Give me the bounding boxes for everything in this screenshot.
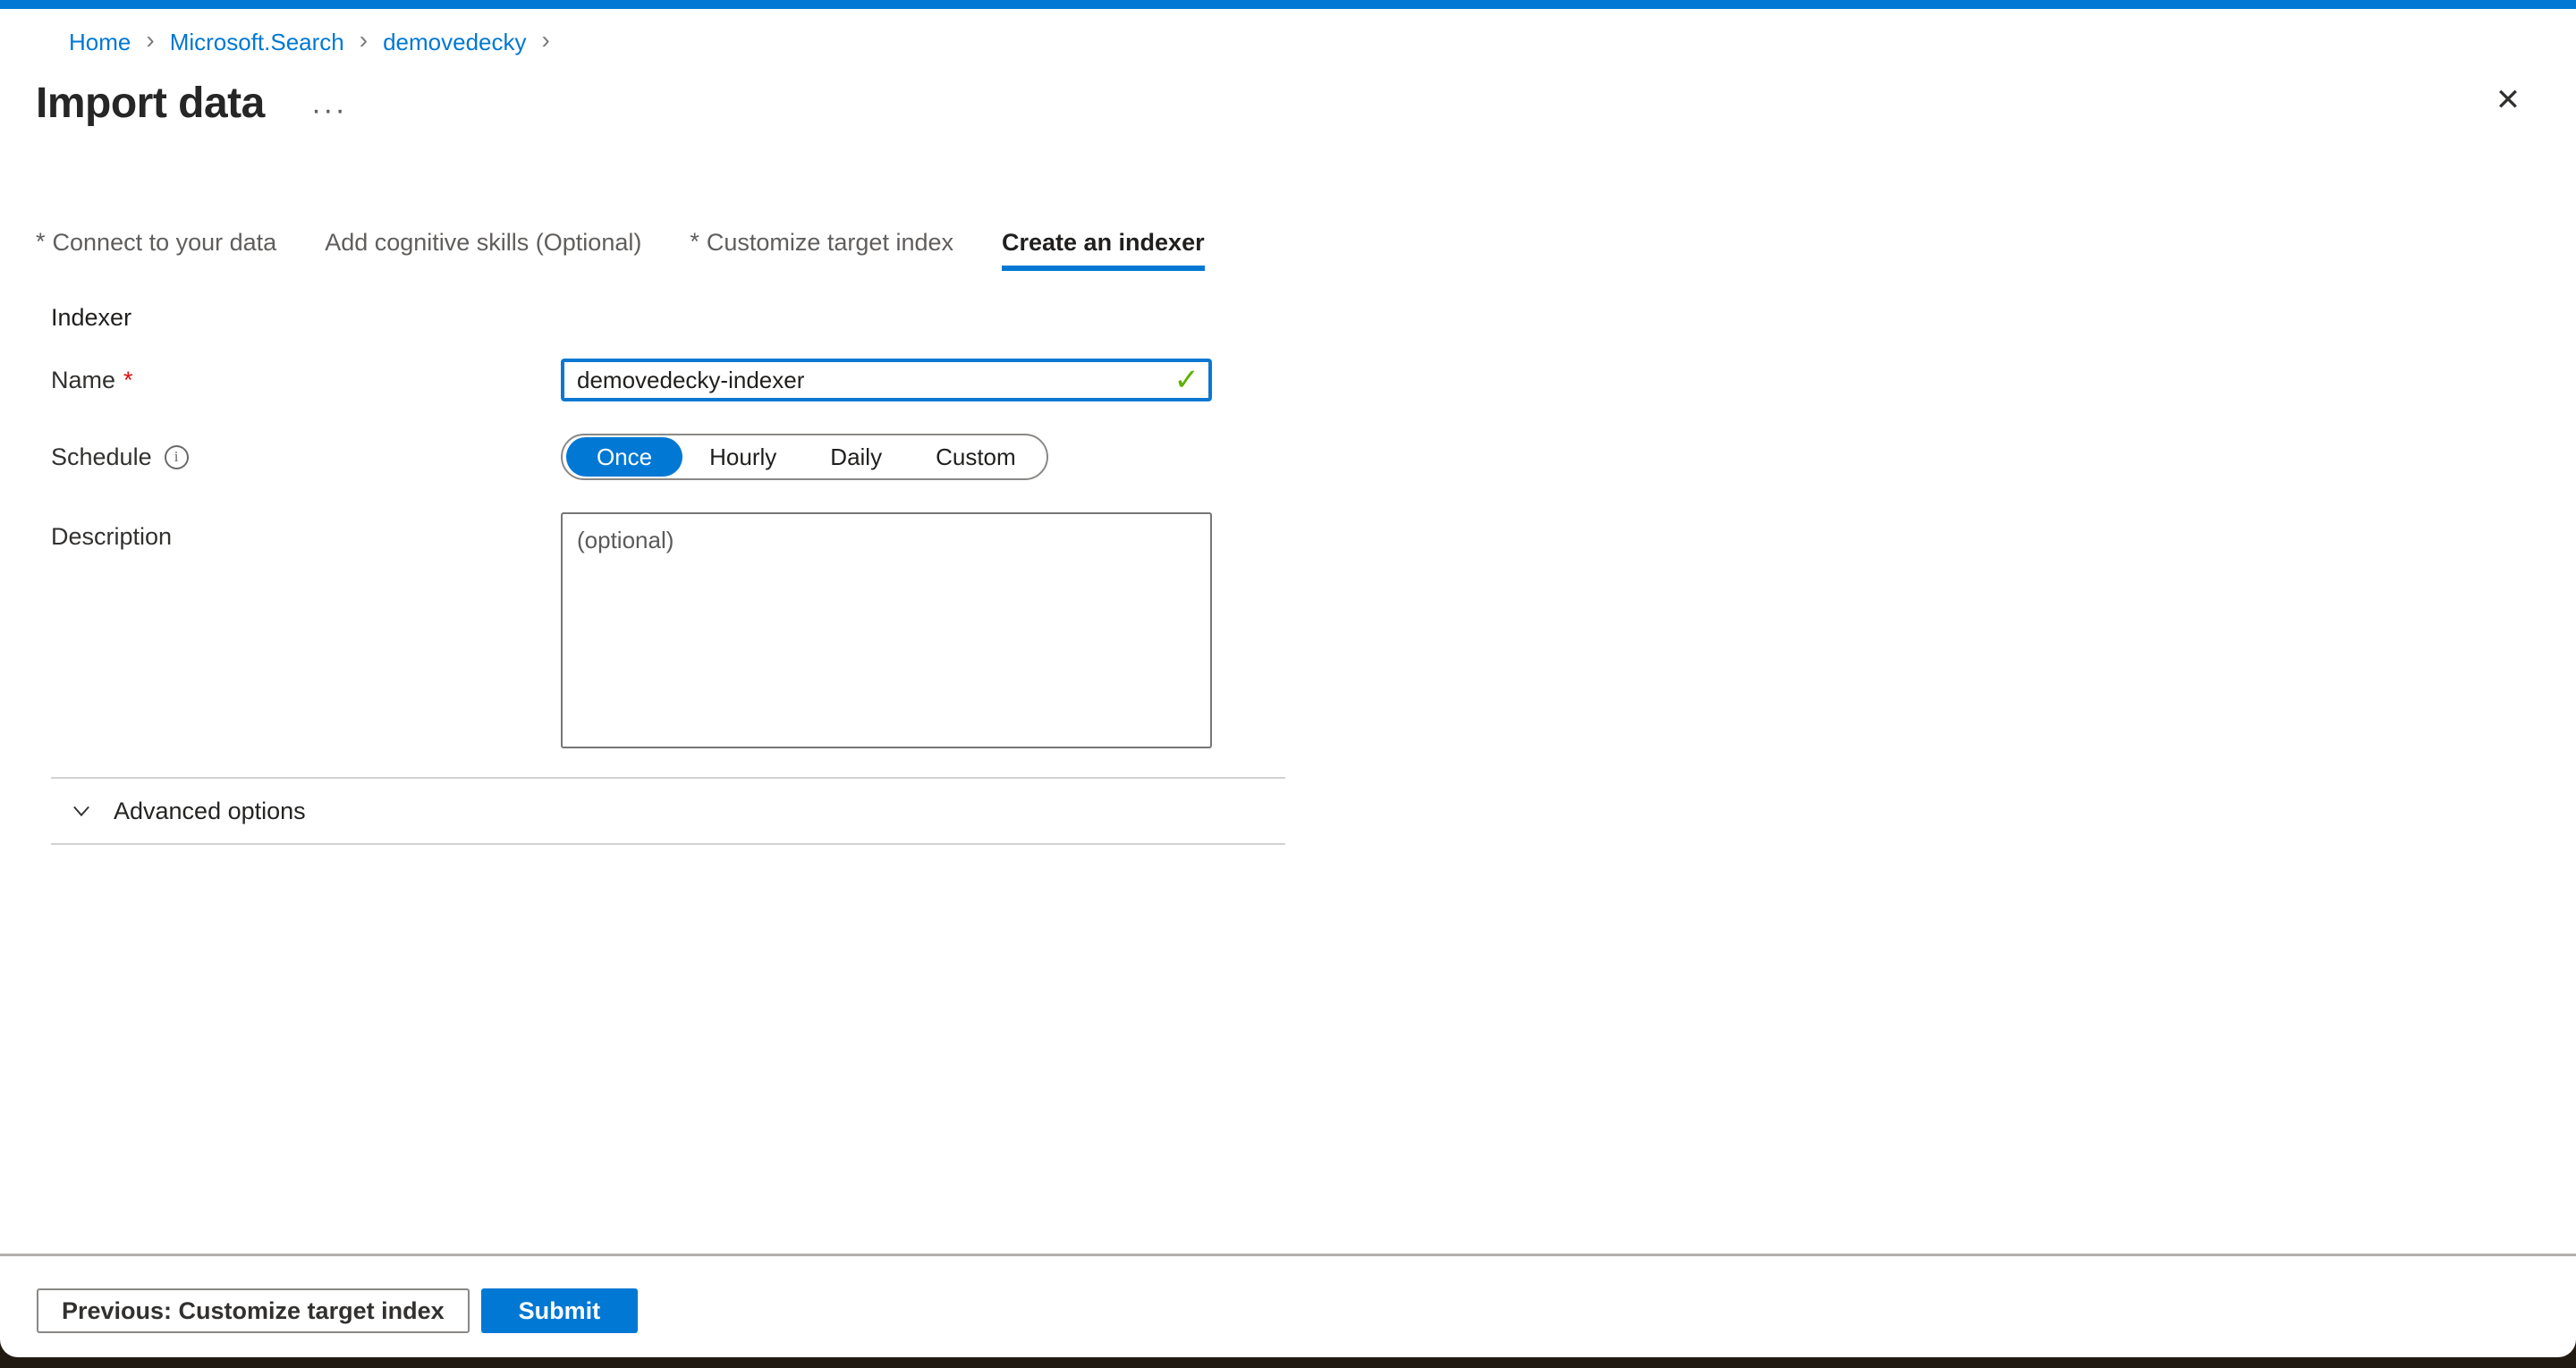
required-asterisk: * bbox=[123, 367, 133, 394]
schedule-label: Schedule i bbox=[51, 443, 561, 471]
close-button[interactable]: ✕ bbox=[2487, 79, 2529, 122]
tab-create-an-indexer[interactable]: Create an indexer bbox=[1002, 228, 1205, 271]
breadcrumb: Home › Microsoft.Search › demovedecky › bbox=[0, 9, 2576, 55]
page-title: Import data bbox=[36, 79, 265, 128]
name-label-text: Name bbox=[51, 367, 115, 394]
name-field-row: Name * ✓ bbox=[51, 359, 2576, 401]
name-label: Name * bbox=[51, 367, 561, 394]
indexer-form: Indexer Name * ✓ Schedule i Once Hourly … bbox=[0, 303, 2576, 748]
breadcrumb-link-home[interactable]: Home bbox=[69, 29, 131, 55]
tab-required-marker: * bbox=[36, 228, 46, 256]
advanced-options-label: Advanced options bbox=[114, 798, 306, 825]
schedule-option-custom[interactable]: Custom bbox=[909, 437, 1043, 477]
description-row: Description bbox=[51, 512, 2576, 748]
valid-check-icon: ✓ bbox=[1174, 365, 1200, 395]
tab-label: Customize target index bbox=[707, 228, 953, 257]
tab-connect-to-your-data[interactable]: * Connect to your data bbox=[36, 228, 276, 271]
info-icon[interactable]: i bbox=[165, 445, 189, 469]
schedule-label-text: Schedule bbox=[51, 443, 152, 471]
description-label: Description bbox=[51, 512, 561, 748]
divider bbox=[51, 843, 1285, 845]
breadcrumb-separator-icon: › bbox=[344, 27, 383, 54]
more-options-button[interactable]: ··· bbox=[311, 101, 347, 119]
top-accent-bar bbox=[0, 0, 2576, 9]
chevron-down-icon bbox=[69, 798, 94, 823]
import-data-panel: Home › Microsoft.Search › demovedecky › … bbox=[0, 0, 2576, 1357]
description-label-text: Description bbox=[51, 523, 172, 551]
previous-button[interactable]: Previous: Customize target index bbox=[37, 1288, 470, 1333]
name-input-wrap: ✓ bbox=[561, 359, 1212, 401]
breadcrumb-separator-icon: › bbox=[527, 27, 565, 54]
section-title-indexer: Indexer bbox=[51, 303, 2576, 332]
submit-button[interactable]: Submit bbox=[481, 1288, 639, 1333]
tab-add-cognitive-skills[interactable]: Add cognitive skills (Optional) bbox=[325, 228, 641, 271]
breadcrumb-separator-icon: › bbox=[131, 27, 169, 54]
description-textarea[interactable] bbox=[561, 512, 1212, 748]
breadcrumb-link-demovedecky[interactable]: demovedecky bbox=[383, 29, 526, 55]
schedule-option-daily[interactable]: Daily bbox=[803, 437, 909, 477]
indexer-name-input[interactable] bbox=[561, 359, 1212, 401]
tab-label: Create an indexer bbox=[1002, 228, 1205, 257]
tab-customize-target-index[interactable]: * Customize target index bbox=[690, 228, 953, 271]
schedule-row: Schedule i Once Hourly Daily Custom bbox=[51, 434, 2576, 480]
schedule-segmented-control: Once Hourly Daily Custom bbox=[561, 434, 1048, 480]
schedule-option-once[interactable]: Once bbox=[566, 437, 682, 477]
breadcrumb-link-microsoft-search[interactable]: Microsoft.Search bbox=[170, 29, 344, 55]
title-row: Import data ··· bbox=[0, 79, 2576, 128]
schedule-option-hourly[interactable]: Hourly bbox=[682, 437, 803, 477]
tab-label: Connect to your data bbox=[53, 228, 277, 257]
wizard-tabs: * Connect to your data Add cognitive ski… bbox=[0, 228, 2576, 271]
footer-bar: Previous: Customize target index Submit bbox=[0, 1254, 2576, 1333]
advanced-options-toggle[interactable]: Advanced options bbox=[0, 779, 306, 843]
close-icon: ✕ bbox=[2496, 82, 2521, 118]
tab-required-marker: * bbox=[690, 228, 699, 256]
tab-label: Add cognitive skills (Optional) bbox=[325, 228, 641, 257]
